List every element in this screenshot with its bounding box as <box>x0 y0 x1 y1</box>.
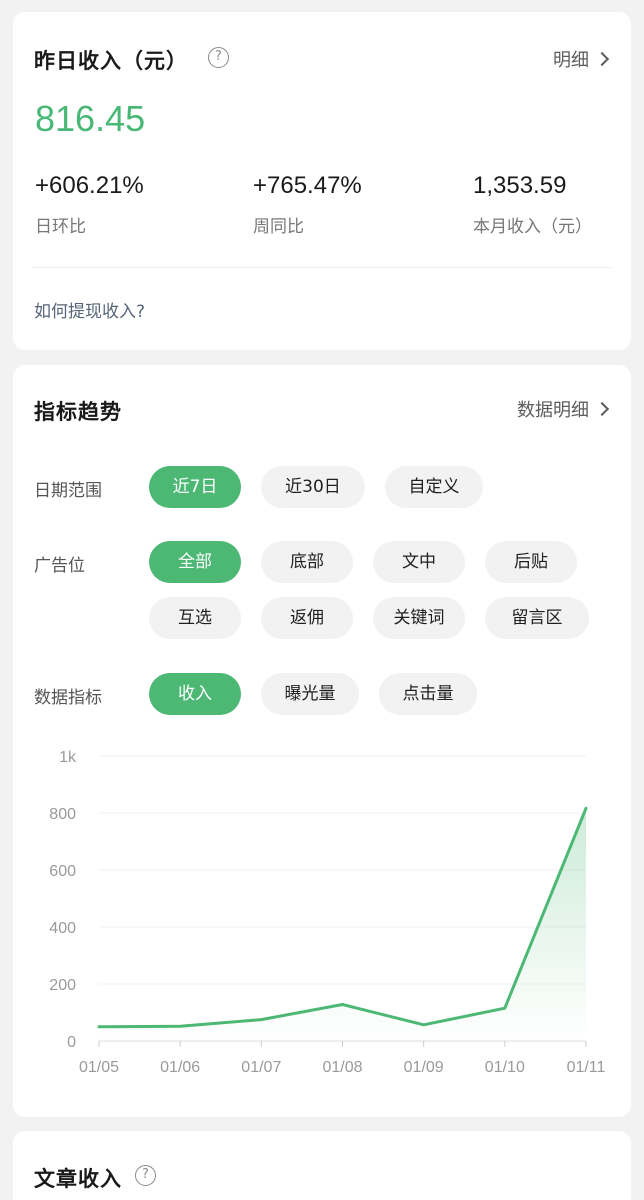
stat-value: +606.21% <box>35 172 144 199</box>
withdraw-help-link[interactable]: 如何提现收入? <box>34 297 145 322</box>
x-tick-label: 01/06 <box>160 1059 200 1076</box>
yesterday-income-value: 816.45 <box>35 98 146 139</box>
help-icon[interactable]: ? <box>208 47 229 68</box>
chevron-right-icon <box>594 51 610 67</box>
x-tick-label: 01/07 <box>241 1059 281 1076</box>
stat-week-over-week: +765.47% 周同比 <box>253 172 362 237</box>
help-icon[interactable]: ? <box>135 1165 156 1186</box>
income-trend-chart: 0 200 400 600 800 1k 01/05 01/06 01/07 01/08 01/0… <box>49 749 606 1076</box>
income-title: 昨日收入（元） <box>34 49 188 73</box>
income-card: 昨日收入（元） ? 明细 816.45 +606.21% 日环比 +765.47… <box>13 12 631 350</box>
y-tick-label: 1k <box>59 749 77 766</box>
x-tick-label: 01/08 <box>322 1059 362 1076</box>
x-tick-label: 01/05 <box>79 1059 119 1076</box>
stat-label: 周同比 <box>253 217 304 237</box>
stat-label: 日环比 <box>35 217 86 237</box>
income-detail-link[interactable]: 明细 <box>553 46 610 72</box>
income-detail-label: 明细 <box>553 50 589 71</box>
stat-value: +765.47% <box>253 172 362 199</box>
y-tick-label: 600 <box>49 863 76 880</box>
y-tick-label: 200 <box>49 977 76 994</box>
stat-value: 1,353.59 <box>473 172 567 199</box>
x-tick-label: 01/10 <box>485 1059 525 1076</box>
stat-day-over-day: +606.21% 日环比 <box>35 172 144 237</box>
divider <box>33 267 611 268</box>
y-tick-label: 400 <box>49 920 76 937</box>
stat-label: 本月收入（元） <box>473 217 592 237</box>
article-income-title: 文章收入 <box>34 1167 122 1191</box>
article-income-card: 文章收入 ? <box>13 1131 631 1200</box>
y-tick-label: 800 <box>49 806 76 823</box>
x-tick-label: 01/09 <box>404 1059 444 1076</box>
series-area <box>99 808 586 1041</box>
x-tick-label: 01/11 <box>567 1059 606 1076</box>
stat-month-income: 1,353.59 本月收入（元） <box>473 172 592 237</box>
trend-card: 指标趋势 数据明细 日期范围 近7日 近30日 自定义 广告位 全部 底部 文中… <box>13 365 631 1117</box>
y-tick-label: 0 <box>67 1034 76 1051</box>
